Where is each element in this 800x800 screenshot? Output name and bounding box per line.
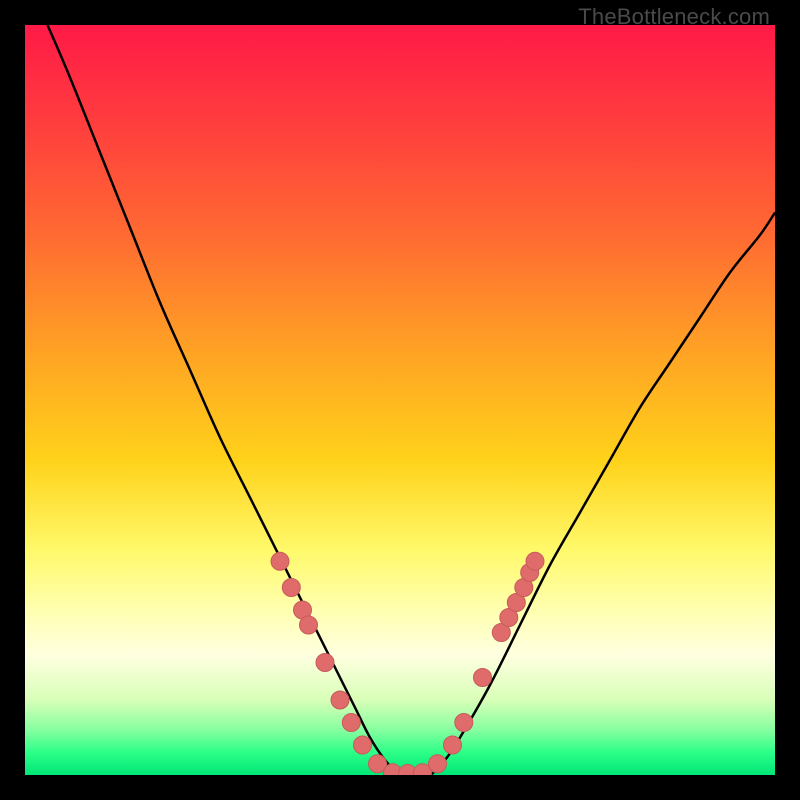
curve-marker xyxy=(316,654,334,672)
bottleneck-curve xyxy=(48,25,776,775)
curve-marker xyxy=(444,736,462,754)
chart-frame xyxy=(25,25,775,775)
curve-marker xyxy=(342,714,360,732)
curve-marker xyxy=(474,669,492,687)
watermark-text: TheBottleneck.com xyxy=(578,4,770,30)
curve-marker xyxy=(429,755,447,773)
curve-marker xyxy=(526,552,544,570)
curve-marker xyxy=(354,736,372,754)
chart-svg xyxy=(25,25,775,775)
curve-marker xyxy=(331,691,349,709)
curve-marker xyxy=(455,714,473,732)
curve-marker xyxy=(271,552,289,570)
curve-marker xyxy=(282,579,300,597)
curve-marker xyxy=(300,616,318,634)
curve-markers xyxy=(271,552,544,775)
